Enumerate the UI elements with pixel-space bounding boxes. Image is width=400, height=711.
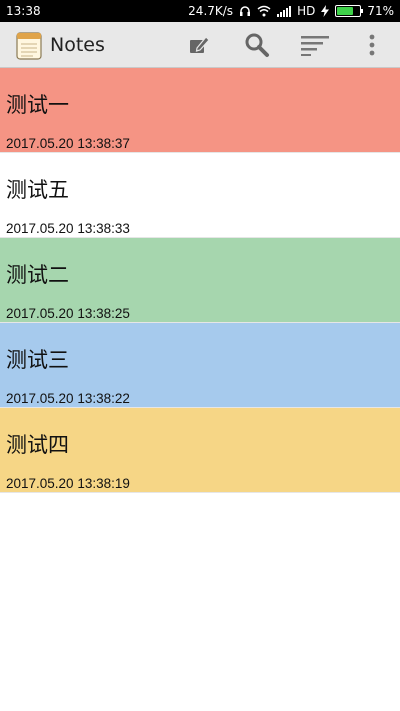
sort-button[interactable] (300, 32, 330, 58)
new-note-icon (190, 36, 210, 53)
note-date: 2017.05.20 13:38:37 (6, 136, 130, 151)
more-options-button[interactable] (359, 32, 385, 58)
charging-icon (321, 5, 330, 17)
sort-icon (301, 36, 329, 56)
signal-icon (277, 5, 292, 17)
network-speed: 24.7K/s (188, 4, 234, 18)
new-note-button[interactable] (186, 32, 212, 58)
more-icon (369, 34, 375, 56)
note-date: 2017.05.20 13:38:22 (6, 391, 130, 406)
battery-percent: 71% (367, 4, 394, 18)
note-item[interactable]: 测试一 2017.05.20 13:38:37 (0, 68, 400, 153)
note-date: 2017.05.20 13:38:33 (6, 221, 130, 236)
status-time: 13:38 (6, 4, 41, 18)
note-date: 2017.05.20 13:38:25 (6, 306, 130, 321)
note-title: 测试二 (6, 263, 69, 287)
app-bar: Notes (0, 22, 400, 68)
note-item[interactable]: 测试三 2017.05.20 13:38:22 (0, 323, 400, 408)
note-date: 2017.05.20 13:38:19 (6, 476, 130, 491)
search-button[interactable] (244, 32, 270, 58)
wifi-icon (257, 5, 271, 17)
note-item[interactable]: 测试五 2017.05.20 13:38:33 (0, 153, 400, 238)
status-bar: 13:38 24.7K/s HD 71% (0, 0, 400, 22)
app-title: Notes (50, 34, 105, 56)
search-icon (245, 33, 269, 57)
note-title: 测试一 (6, 93, 69, 117)
notes-app-icon (16, 30, 42, 60)
battery-icon (335, 5, 364, 17)
note-list: 测试一 2017.05.20 13:38:37 测试五 2017.05.20 1… (0, 68, 400, 493)
note-title: 测试三 (6, 348, 69, 372)
status-indicators: 24.7K/s HD 71% (188, 4, 394, 18)
network-label: HD (297, 4, 316, 18)
note-item[interactable]: 测试二 2017.05.20 13:38:25 (0, 238, 400, 323)
note-title: 测试四 (6, 433, 69, 457)
headset-icon (239, 5, 251, 17)
note-item[interactable]: 测试四 2017.05.20 13:38:19 (0, 408, 400, 493)
battery-level (337, 7, 353, 15)
note-title: 测试五 (6, 178, 69, 202)
